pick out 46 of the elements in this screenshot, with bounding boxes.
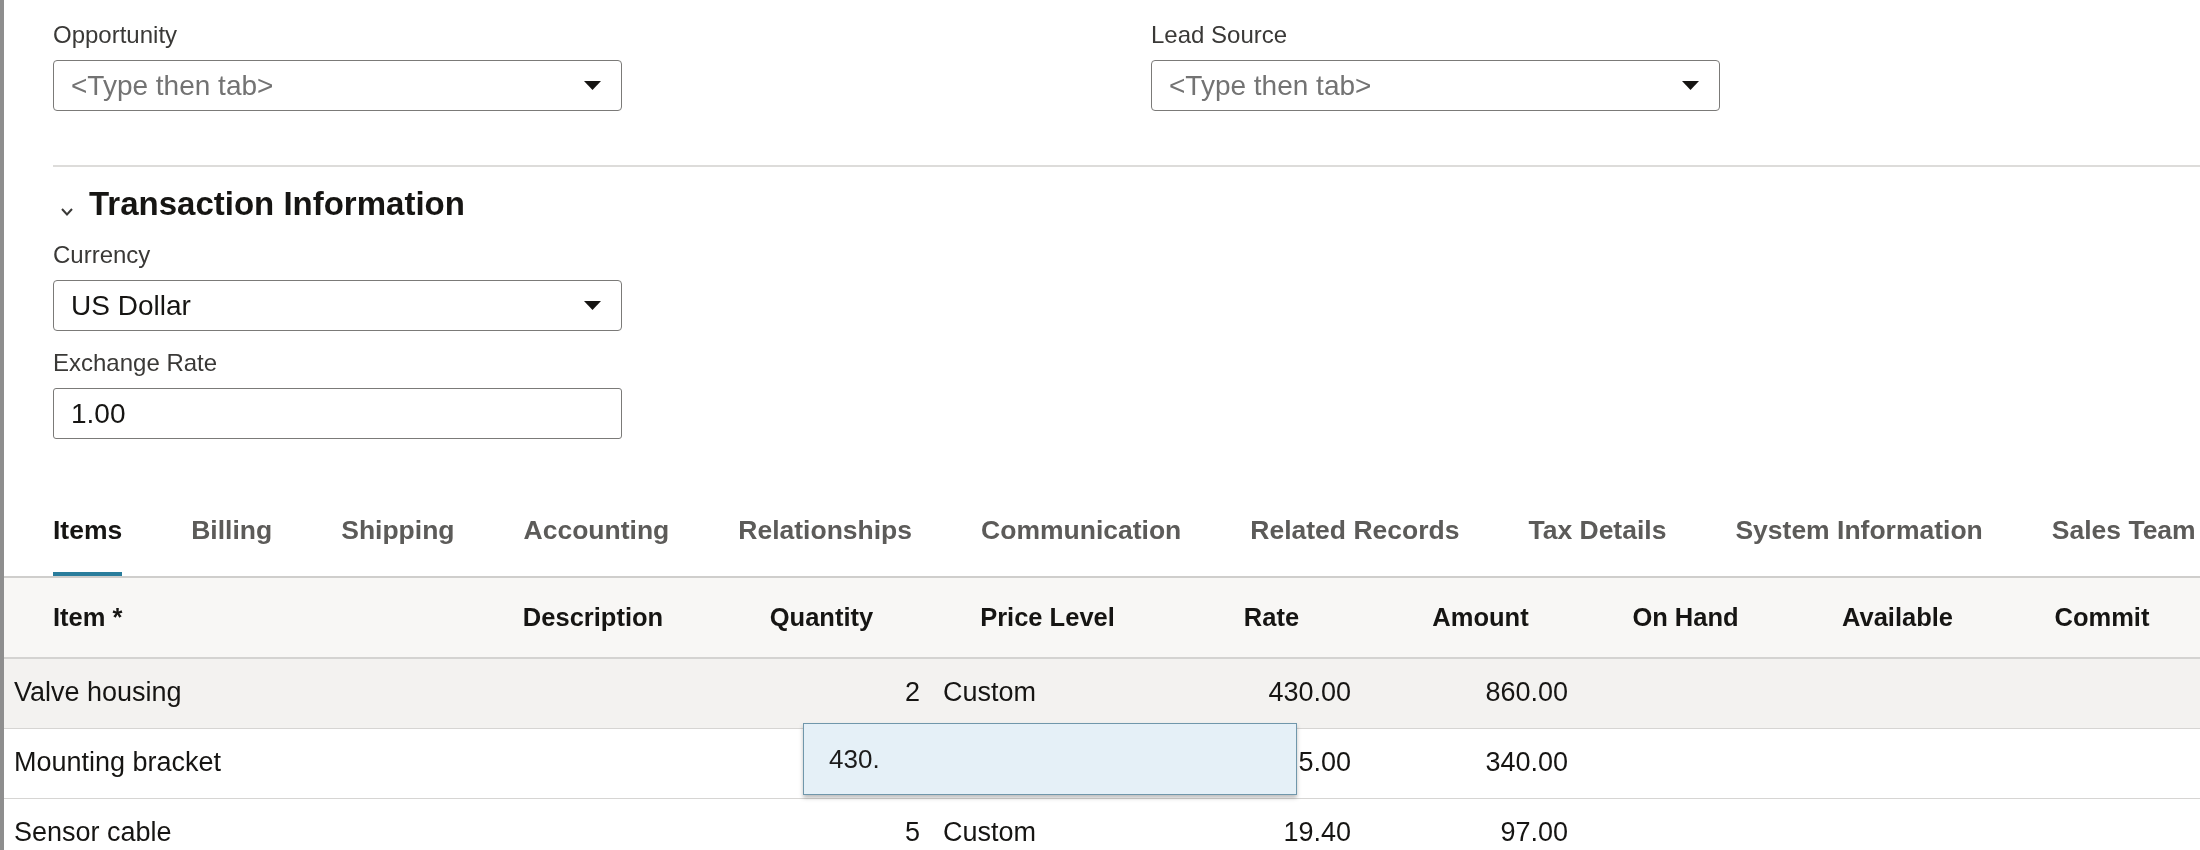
- tab[interactable]: Relationships: [738, 515, 913, 576]
- tab[interactable]: Related Records: [1250, 515, 1460, 576]
- table-cell: Sensor cable: [14, 816, 172, 847]
- dropdown-field[interactable]: <Type then tab>: [1151, 60, 1720, 111]
- table-cell: Custom: [943, 816, 1037, 847]
- column-header: Rate: [1243, 603, 1300, 631]
- table-cell: 19.40: [1283, 816, 1351, 847]
- table-cell: 5: [904, 816, 920, 847]
- table-cell: Valve housing: [14, 676, 182, 707]
- tab[interactable]: Accounting: [523, 515, 670, 576]
- dropdown-caret-icon: [584, 81, 601, 90]
- field-label: Opportunity: [53, 21, 178, 49]
- column-header: Commit: [2054, 603, 2150, 631]
- dropdown-caret-icon: [1682, 81, 1699, 90]
- column-header: On Hand: [1632, 603, 1739, 631]
- chevron-down-icon[interactable]: [61, 208, 73, 216]
- dropdown-caret-icon: [584, 301, 601, 310]
- table-cell: 340.00: [1485, 746, 1568, 777]
- table-cell: 2: [904, 676, 920, 707]
- tab[interactable]: System Information: [1735, 515, 1983, 576]
- column-header: Description: [522, 603, 664, 631]
- dropdown-field[interactable]: US Dollar: [53, 280, 622, 331]
- tab[interactable]: Tax Details: [1528, 515, 1667, 576]
- tab[interactable]: Billing: [191, 515, 273, 576]
- field-label: Lead Source: [1151, 21, 1288, 49]
- column-header: Item *: [53, 603, 123, 631]
- table-cell: 430.00: [1268, 676, 1351, 707]
- tab[interactable]: Communication: [981, 515, 1182, 576]
- dropdown-field[interactable]: <Type then tab>: [53, 60, 622, 111]
- table-cell: 97.00: [1500, 816, 1568, 847]
- tab[interactable]: Shipping: [341, 515, 455, 576]
- tab[interactable]: Sales Team: [2051, 515, 2196, 576]
- column-header: Amount: [1432, 603, 1529, 631]
- table-cell: 860.00: [1485, 676, 1568, 707]
- cell-edit-field[interactable]: 430.: [803, 723, 1297, 795]
- column-header: Quantity: [769, 603, 874, 631]
- table-row[interactable]: Valve housing 2 Custom 430.00 860.00: [4, 659, 2200, 729]
- input-field[interactable]: 1.00: [53, 388, 622, 439]
- table-cell: 5.00: [1298, 746, 1351, 777]
- field-label: Currency: [53, 241, 151, 269]
- table-cell: Mounting bracket: [14, 746, 222, 777]
- column-header: Price Level: [980, 603, 1115, 631]
- section-title: Transaction Information: [89, 184, 465, 224]
- column-header: Available: [1842, 603, 1953, 631]
- table-cell: Custom: [943, 676, 1037, 707]
- field-label: Exchange Rate: [53, 349, 218, 377]
